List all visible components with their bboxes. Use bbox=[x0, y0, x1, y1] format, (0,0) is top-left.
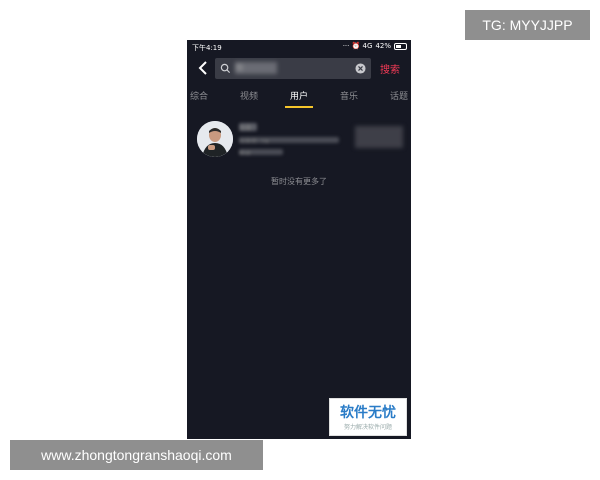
tab-general[interactable]: 综合 bbox=[190, 89, 208, 102]
tab-users[interactable]: 用户 bbox=[290, 89, 308, 102]
tab-videos[interactable]: 视频 bbox=[240, 89, 258, 102]
tab-music[interactable]: 音乐 bbox=[340, 89, 358, 102]
signal-indicators: ··· ⏰ 4G bbox=[342, 42, 373, 50]
phone-screen: 下午4:19 ··· ⏰ 4G 42% 加 搜索 综合 视频 用户 音乐 话题 bbox=[187, 40, 411, 439]
avatar-person-icon bbox=[197, 121, 233, 157]
clear-icon[interactable] bbox=[355, 63, 366, 74]
user-id-blurred: 抖音号: 2A bbox=[239, 137, 339, 143]
battery-icon bbox=[394, 42, 407, 50]
status-bar: 下午4:19 ··· ⏰ 4G 42% bbox=[187, 40, 411, 54]
tg-watermark-badge: TG: MYYJJPP bbox=[465, 10, 590, 40]
user-fans-blurred: 粉丝 bbox=[239, 149, 283, 155]
search-query-blurred: 加 bbox=[235, 62, 277, 74]
follow-button-blurred[interactable] bbox=[355, 126, 403, 148]
search-icon bbox=[220, 63, 231, 74]
avatar[interactable] bbox=[197, 121, 233, 157]
site-url-watermark: www.zhongtongranshaoqi.com bbox=[10, 440, 263, 470]
back-arrow-icon[interactable] bbox=[196, 60, 212, 76]
search-tabs: 综合 视频 用户 音乐 话题 bbox=[187, 89, 411, 113]
search-input[interactable]: 加 bbox=[215, 58, 371, 79]
active-tab-indicator bbox=[285, 106, 313, 108]
status-indicators: ··· ⏰ 4G 42% bbox=[343, 42, 407, 50]
no-more-results-text: 暂时没有更多了 bbox=[271, 177, 327, 186]
logo-sub-text: 努力解决软件问题 bbox=[343, 424, 392, 431]
search-button[interactable]: 搜索 bbox=[380, 61, 400, 76]
logo-main-text: 软件无忧 bbox=[340, 405, 396, 421]
site-logo-watermark: 软件无忧 努力解决软件问题 bbox=[329, 398, 407, 436]
battery-percent: 42% bbox=[375, 42, 391, 50]
status-time: 下午4:19 bbox=[192, 44, 222, 52]
tab-topics[interactable]: 话题 bbox=[390, 89, 408, 102]
user-name-blurred: 加速 bbox=[239, 123, 257, 131]
